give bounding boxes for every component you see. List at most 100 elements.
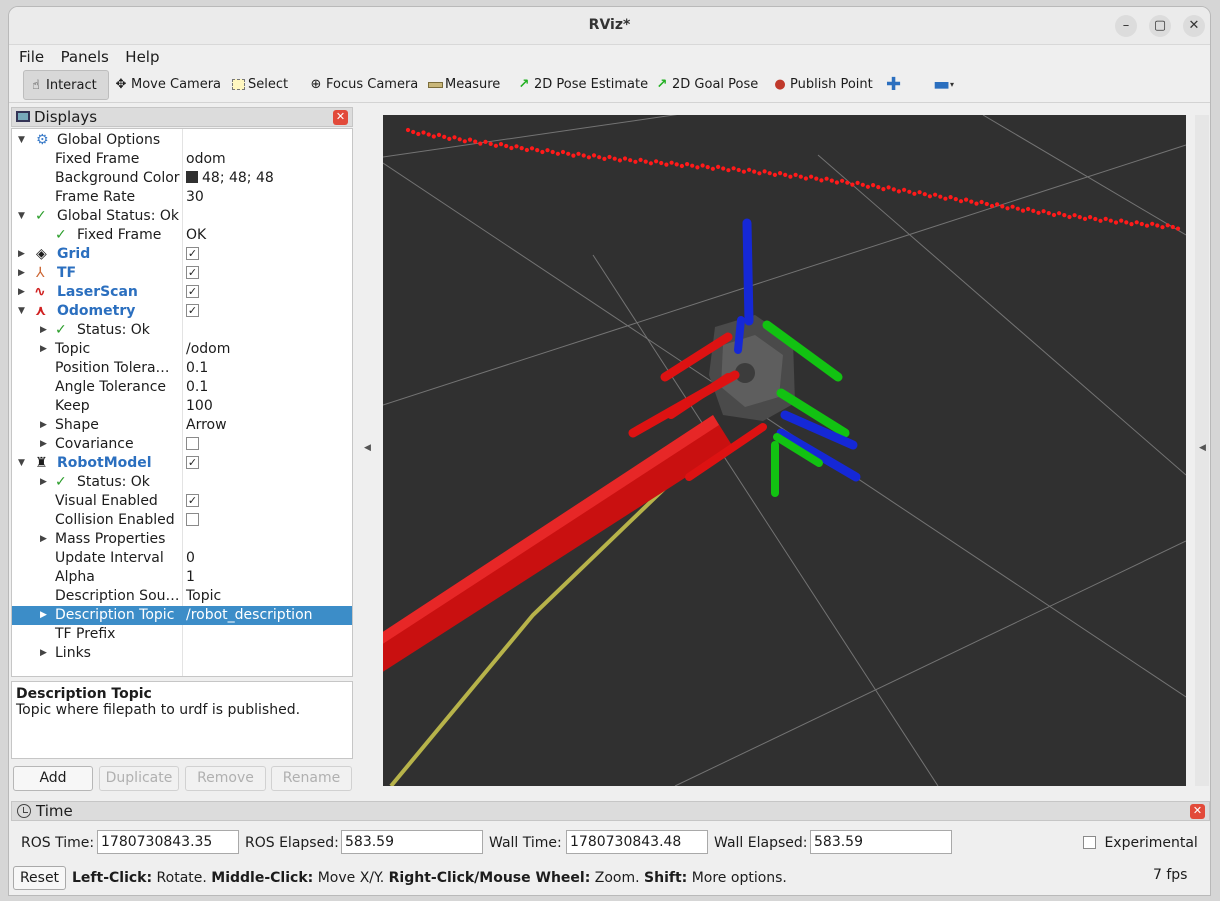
publish-point-tool-button[interactable]: ● Publish Point	[768, 70, 877, 100]
move-camera-tool-button[interactable]: ✥ Move Camera	[109, 70, 225, 100]
laser-point	[524, 147, 529, 153]
tree-row-description-topic[interactable]: ▶ Description Topic /robot_description	[12, 606, 352, 625]
menu-file[interactable]: File	[13, 45, 50, 66]
expand-arrow-icon[interactable]: ▶	[18, 245, 28, 264]
expand-arrow-icon[interactable]: ▶	[40, 416, 50, 435]
tree-row-global-status[interactable]: ▼ ✓ Global Status: Ok	[12, 207, 352, 226]
tree-row-description-source[interactable]: Description Sou… Topic	[12, 587, 352, 606]
focus-camera-tool-button[interactable]: ⊕ Focus Camera	[304, 70, 422, 100]
2d-goal-pose-tool-button[interactable]: ↗ 2D Goal Pose	[650, 70, 762, 100]
tree-row-angle-tolerance[interactable]: Angle Tolerance 0.1	[12, 378, 352, 397]
collapse-left-arrow-icon[interactable]: ◀	[364, 443, 371, 453]
fps-counter: 7 fps	[1153, 867, 1188, 883]
reset-button[interactable]: Reset	[13, 866, 66, 890]
close-panel-icon[interactable]: ✕	[333, 110, 348, 125]
tree-row-laserscan[interactable]: ▶ ∿ LaserScan ✓	[12, 283, 352, 302]
ros-elapsed-field[interactable]: 583.59	[341, 830, 483, 854]
tree-row-update-interval[interactable]: Update Interval 0	[12, 549, 352, 568]
robotmodel-checkbox[interactable]: ✓	[186, 455, 199, 469]
tree-row-background-color[interactable]: Background Color 48; 48; 48	[12, 169, 352, 188]
expand-arrow-icon[interactable]: ▶	[40, 473, 50, 492]
interact-tool-button[interactable]: ☝ Interact	[23, 70, 109, 100]
ros-time-field[interactable]: 1780730843.35	[97, 830, 239, 854]
tool-bar: ☝ Interact ✥ Move Camera Select ⊕ Focus Cam…	[9, 67, 1210, 103]
dropdown-caret-icon: ▾	[950, 80, 955, 89]
2d-pose-estimate-tool-button[interactable]: ↗ 2D Pose Estimate	[512, 70, 652, 100]
tree-row-tf-prefix[interactable]: TF Prefix	[12, 625, 352, 644]
select-tool-button[interactable]: Select	[226, 70, 292, 100]
expand-arrow-icon[interactable]: ▶	[18, 264, 28, 283]
expand-arrow-icon[interactable]: ▶	[40, 606, 50, 625]
tree-row-topic[interactable]: ▶ Topic /odom	[12, 340, 352, 359]
close-button[interactable]: ✕	[1183, 15, 1205, 37]
laser-point	[659, 160, 664, 166]
tree-row-keep[interactable]: Keep 100	[12, 397, 352, 416]
laser-point	[504, 143, 509, 149]
experimental-checkbox-row[interactable]: Experimental	[1083, 835, 1198, 851]
tf-checkbox[interactable]: ✓	[186, 265, 199, 279]
tree-row-odometry[interactable]: ▼ ⋏ Odometry ✓	[12, 302, 352, 321]
duplicate-display-button[interactable]: Duplicate	[99, 766, 179, 791]
tree-row-shape[interactable]: ▶ Shape Arrow	[12, 416, 352, 435]
laser-point	[907, 189, 912, 194]
maximize-button[interactable]: ▢	[1149, 15, 1171, 37]
expand-arrow-icon[interactable]: ▶	[40, 321, 50, 340]
expand-arrow-icon[interactable]: ▶	[40, 340, 50, 359]
tree-row-fixed-frame-status[interactable]: ✓ Fixed Frame OK	[12, 226, 352, 245]
wall-time-field[interactable]: 1780730843.48	[566, 830, 708, 854]
tree-row-fixed-frame[interactable]: Fixed Frame odom	[12, 150, 352, 169]
minimize-button[interactable]: –	[1115, 15, 1137, 37]
expand-arrow-icon[interactable]: ▶	[40, 530, 50, 549]
expand-arrow-icon[interactable]: ▶	[40, 644, 50, 663]
tree-row-alpha[interactable]: Alpha 1	[12, 568, 352, 587]
rename-display-button[interactable]: Rename	[271, 766, 352, 791]
laser-point	[560, 149, 566, 155]
laser-point	[726, 168, 731, 173]
menu-help[interactable]: Help	[119, 45, 165, 66]
tree-row-frame-rate[interactable]: Frame Rate 30	[12, 188, 352, 207]
collision-enabled-checkbox[interactable]	[186, 512, 199, 526]
odometry-checkbox[interactable]: ✓	[186, 303, 199, 317]
covariance-checkbox[interactable]	[186, 436, 199, 450]
visual-enabled-checkbox[interactable]: ✓	[186, 493, 199, 507]
laser-point	[741, 169, 746, 174]
tree-row-visual-enabled[interactable]: Visual Enabled ✓	[12, 492, 352, 511]
collapse-arrow-icon[interactable]: ▼	[18, 302, 28, 321]
measure-tool-button[interactable]: Measure	[423, 70, 504, 100]
tree-row-odometry-status[interactable]: ▶ ✓ Status: Ok	[12, 321, 352, 340]
collapse-right-arrow-icon[interactable]: ◀	[1199, 443, 1206, 453]
grid-checkbox[interactable]: ✓	[186, 246, 199, 260]
wall-elapsed-field[interactable]: 583.59	[810, 830, 952, 854]
expand-arrow-icon[interactable]: ▶	[18, 283, 28, 302]
remove-display-button[interactable]: Remove	[185, 766, 266, 791]
laser-point	[881, 187, 886, 192]
close-panel-icon[interactable]: ✕	[1190, 804, 1205, 819]
tree-row-robotmodel[interactable]: ▼ ♜ RobotModel ✓	[12, 454, 352, 473]
odometry-icon: ⋏	[35, 303, 47, 319]
tree-row-covariance[interactable]: ▶ Covariance	[12, 435, 352, 454]
tree-row-links[interactable]: ▶ Links	[12, 644, 352, 663]
laserscan-checkbox[interactable]: ✓	[186, 284, 199, 298]
tree-row-grid[interactable]: ▶ ◈ Grid ✓	[12, 245, 352, 264]
tree-row-global-options[interactable]: ▼ ⚙ Global Options	[12, 131, 352, 150]
menu-panels[interactable]: Panels	[55, 45, 115, 66]
laser-point	[752, 169, 757, 174]
expand-arrow-icon[interactable]: ▶	[40, 435, 50, 454]
tree-row-mass-properties[interactable]: ▶ Mass Properties	[12, 530, 352, 549]
experimental-checkbox[interactable]	[1083, 835, 1096, 849]
render-3d-view[interactable]	[378, 104, 1187, 788]
add-tool-button[interactable]: ✚	[882, 70, 905, 100]
remove-tool-button[interactable]: ▬▾	[929, 70, 958, 100]
tree-row-tf[interactable]: ▶ ⅄ TF ✓	[12, 264, 352, 283]
collapse-arrow-icon[interactable]: ▼	[18, 454, 28, 473]
collapse-arrow-icon[interactable]: ▼	[18, 207, 28, 226]
laser-point	[442, 134, 447, 139]
tree-row-collision-enabled[interactable]: Collision Enabled	[12, 511, 352, 530]
laser-point	[555, 151, 560, 156]
collapse-arrow-icon[interactable]: ▼	[18, 131, 28, 150]
add-display-button[interactable]: Add	[13, 766, 93, 791]
laser-point	[948, 195, 953, 200]
tree-row-robotmodel-status[interactable]: ▶ ✓ Status: Ok	[12, 473, 352, 492]
tree-row-position-tolerance[interactable]: Position Tolera… 0.1	[12, 359, 352, 378]
laser-point	[1015, 206, 1020, 211]
